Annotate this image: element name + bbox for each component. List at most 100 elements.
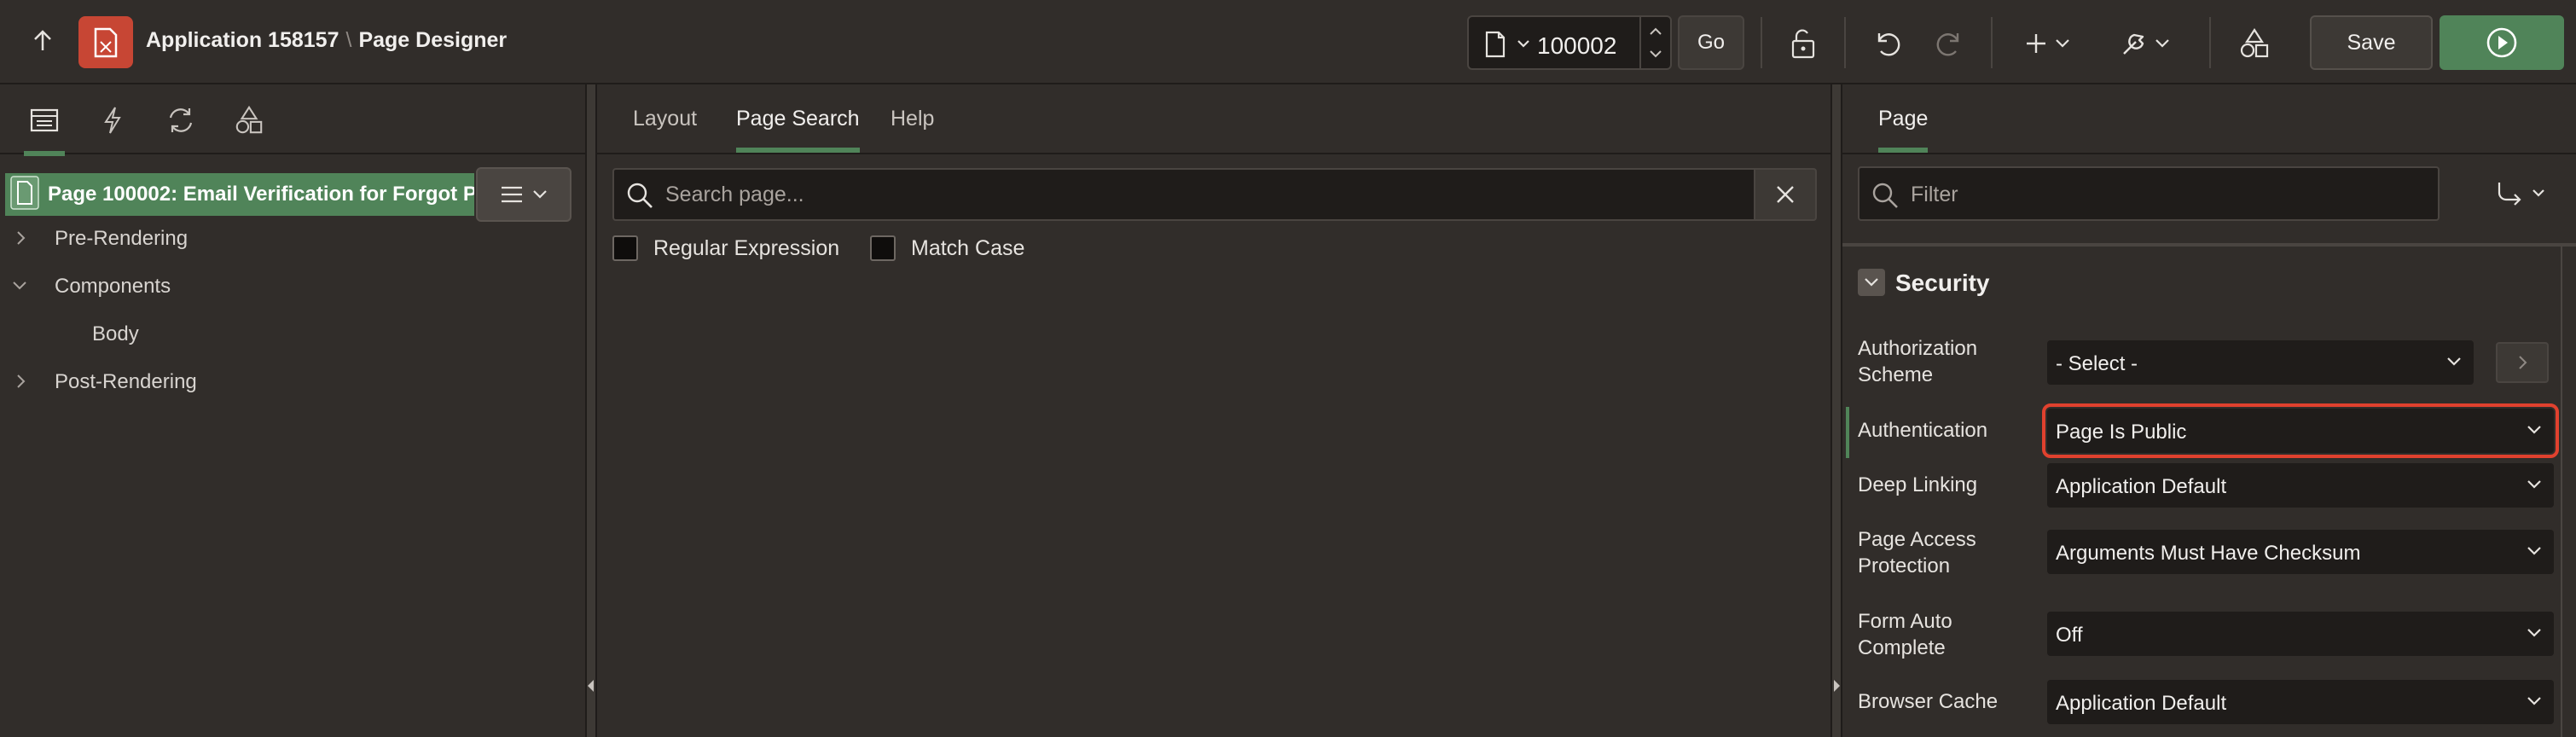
utilities-wrench-icon[interactable] bbox=[2117, 24, 2177, 63]
lightning-icon bbox=[104, 107, 121, 134]
divider bbox=[1842, 243, 2576, 247]
regular-expression-checkbox[interactable] bbox=[612, 235, 638, 261]
browser-cache-select[interactable]: Application Default bbox=[2047, 680, 2554, 724]
tab-shared-components[interactable] bbox=[229, 100, 270, 141]
chevron-down-icon bbox=[2532, 189, 2544, 197]
play-icon bbox=[2486, 27, 2517, 58]
page-number-value[interactable]: 100002 bbox=[1537, 32, 1616, 60]
search-icon bbox=[624, 180, 655, 215]
chevron-down-icon bbox=[2527, 627, 2542, 642]
collapse-left-icon[interactable] bbox=[587, 679, 595, 697]
property-editor-tabs: Page bbox=[1842, 84, 2576, 154]
authorization-scheme-value: - Select - bbox=[2056, 352, 2138, 375]
close-icon bbox=[1777, 186, 1794, 203]
section-collapse-toggle[interactable] bbox=[1858, 269, 1885, 296]
prop-label-authentication: Authentication bbox=[1858, 419, 1988, 442]
go-to-authorization-button[interactable] bbox=[2496, 342, 2549, 383]
toolbar-divider bbox=[1991, 17, 1993, 68]
page-access-protection-select[interactable]: Arguments Must Have Checksum bbox=[2047, 530, 2554, 574]
chevron-down-icon[interactable] bbox=[12, 280, 27, 295]
tab-dynamic-actions[interactable] bbox=[92, 100, 133, 141]
clear-search-button[interactable] bbox=[1755, 168, 1817, 221]
tree-node-components[interactable]: Components bbox=[55, 275, 171, 299]
chevron-down-icon[interactable] bbox=[1517, 38, 1530, 53]
breadcrumb-application[interactable]: Application 158157 bbox=[146, 28, 339, 52]
go-to-group-button[interactable] bbox=[2482, 173, 2559, 214]
create-menu-icon[interactable] bbox=[2022, 24, 2078, 63]
lock-icon[interactable] bbox=[1783, 24, 1822, 63]
chevron-down-icon bbox=[2527, 424, 2542, 439]
tab-processing[interactable] bbox=[160, 100, 201, 141]
tree-root-page[interactable]: Page 100002: Email Verification for Forg… bbox=[5, 173, 474, 216]
scrollbar-track[interactable] bbox=[2561, 247, 2562, 737]
browser-cache-value: Application Default bbox=[2056, 692, 2227, 715]
chevron-right-icon[interactable] bbox=[15, 230, 26, 250]
tree-node-body[interactable]: Body bbox=[92, 322, 139, 346]
toolbar-divider bbox=[2209, 17, 2211, 68]
authentication-value: Page Is Public bbox=[2056, 421, 2187, 444]
tree-node-pre-rendering[interactable]: Pre-Rendering bbox=[55, 227, 188, 251]
toolbar-divider bbox=[1844, 17, 1846, 68]
go-to-group-icon bbox=[2498, 183, 2521, 206]
breadcrumb: Application 158157 \ Page Designer bbox=[146, 28, 507, 53]
property-filter-field[interactable] bbox=[1858, 166, 2440, 221]
run-page-button[interactable] bbox=[2440, 15, 2564, 70]
chevron-down-icon bbox=[2446, 356, 2462, 371]
prop-label-authorization-scheme: Authorization Scheme bbox=[1858, 337, 1978, 386]
page-number-selector[interactable]: 100002 bbox=[1467, 15, 1672, 70]
prop-label-browser-cache: Browser Cache bbox=[1858, 690, 1999, 713]
page-search-input[interactable] bbox=[665, 177, 1740, 212]
tab-help[interactable]: Help bbox=[891, 107, 934, 131]
authorization-scheme-select[interactable]: - Select - bbox=[2047, 340, 2474, 385]
page-number-stepper[interactable] bbox=[1639, 17, 1670, 68]
left-splitter[interactable] bbox=[585, 84, 597, 737]
chevron-down-icon bbox=[2527, 695, 2542, 711]
deep-linking-select[interactable]: Application Default bbox=[2047, 463, 2554, 508]
center-pane: Layout Page Search Help Regular Expressi… bbox=[597, 84, 1830, 737]
tree-actions-menu-button[interactable] bbox=[476, 167, 571, 222]
form-auto-complete-select[interactable]: Off bbox=[2047, 612, 2554, 656]
match-case-label[interactable]: Match Case bbox=[911, 236, 1024, 261]
tab-rendering[interactable] bbox=[24, 100, 65, 156]
page-designer-header: Application 158157 \ Page Designer 100002 … bbox=[0, 0, 2576, 84]
navigate-up-icon[interactable] bbox=[26, 24, 60, 58]
chevron-right-icon[interactable] bbox=[15, 374, 26, 393]
prop-label-deep-linking: Deep Linking bbox=[1858, 473, 1978, 496]
go-button[interactable]: Go bbox=[1678, 15, 1744, 70]
rendering-tree-pane: Page 100002: Email Verification for Forg… bbox=[0, 84, 585, 737]
hamburger-icon bbox=[502, 186, 522, 203]
undo-icon[interactable] bbox=[1868, 24, 1907, 63]
shapes-icon bbox=[235, 105, 263, 134]
prop-label-form-auto-complete: Form Auto Complete bbox=[1858, 610, 1952, 659]
collapse-right-icon[interactable] bbox=[1832, 679, 1841, 697]
tab-page-search[interactable]: Page Search bbox=[736, 107, 860, 153]
prop-label-page-access-protection: Page Access Protection bbox=[1858, 528, 1976, 577]
chevron-down-icon bbox=[1865, 278, 1878, 287]
section-title-security[interactable]: Security bbox=[1895, 270, 1990, 297]
page-search-field[interactable] bbox=[612, 168, 1755, 221]
authentication-select[interactable]: Page Is Public bbox=[2042, 403, 2559, 458]
deep-linking-value: Application Default bbox=[2056, 475, 2227, 498]
shared-components-icon[interactable] bbox=[2235, 24, 2274, 63]
processing-cycle-icon bbox=[169, 108, 193, 132]
tree-node-post-rendering[interactable]: Post-Rendering bbox=[55, 370, 197, 394]
tab-layout[interactable]: Layout bbox=[633, 107, 697, 131]
application-icon[interactable] bbox=[78, 16, 133, 68]
property-editor-pane: Page Security Authorization Scheme - Sel… bbox=[1842, 84, 2576, 737]
tree-root-label: Page 100002: Email Verification for Forg… bbox=[48, 183, 474, 206]
property-filter-input[interactable] bbox=[1911, 177, 2422, 212]
save-button[interactable]: Save bbox=[2310, 15, 2433, 70]
match-case-checkbox[interactable] bbox=[870, 235, 896, 261]
right-splitter[interactable] bbox=[1830, 84, 1842, 737]
form-auto-complete-value: Off bbox=[2056, 624, 2083, 647]
chevron-down-icon bbox=[2527, 545, 2542, 560]
chevron-down-icon bbox=[2527, 479, 2542, 494]
regular-expression-label[interactable]: Regular Expression bbox=[653, 236, 839, 261]
active-row-indicator bbox=[1846, 407, 1849, 458]
breadcrumb-separator: \ bbox=[345, 28, 352, 52]
tab-page[interactable]: Page bbox=[1878, 107, 1929, 153]
page-icon bbox=[10, 175, 39, 214]
redo-icon[interactable] bbox=[1929, 24, 1969, 63]
page-doc-icon bbox=[1484, 31, 1506, 62]
rendering-icon bbox=[30, 108, 59, 132]
